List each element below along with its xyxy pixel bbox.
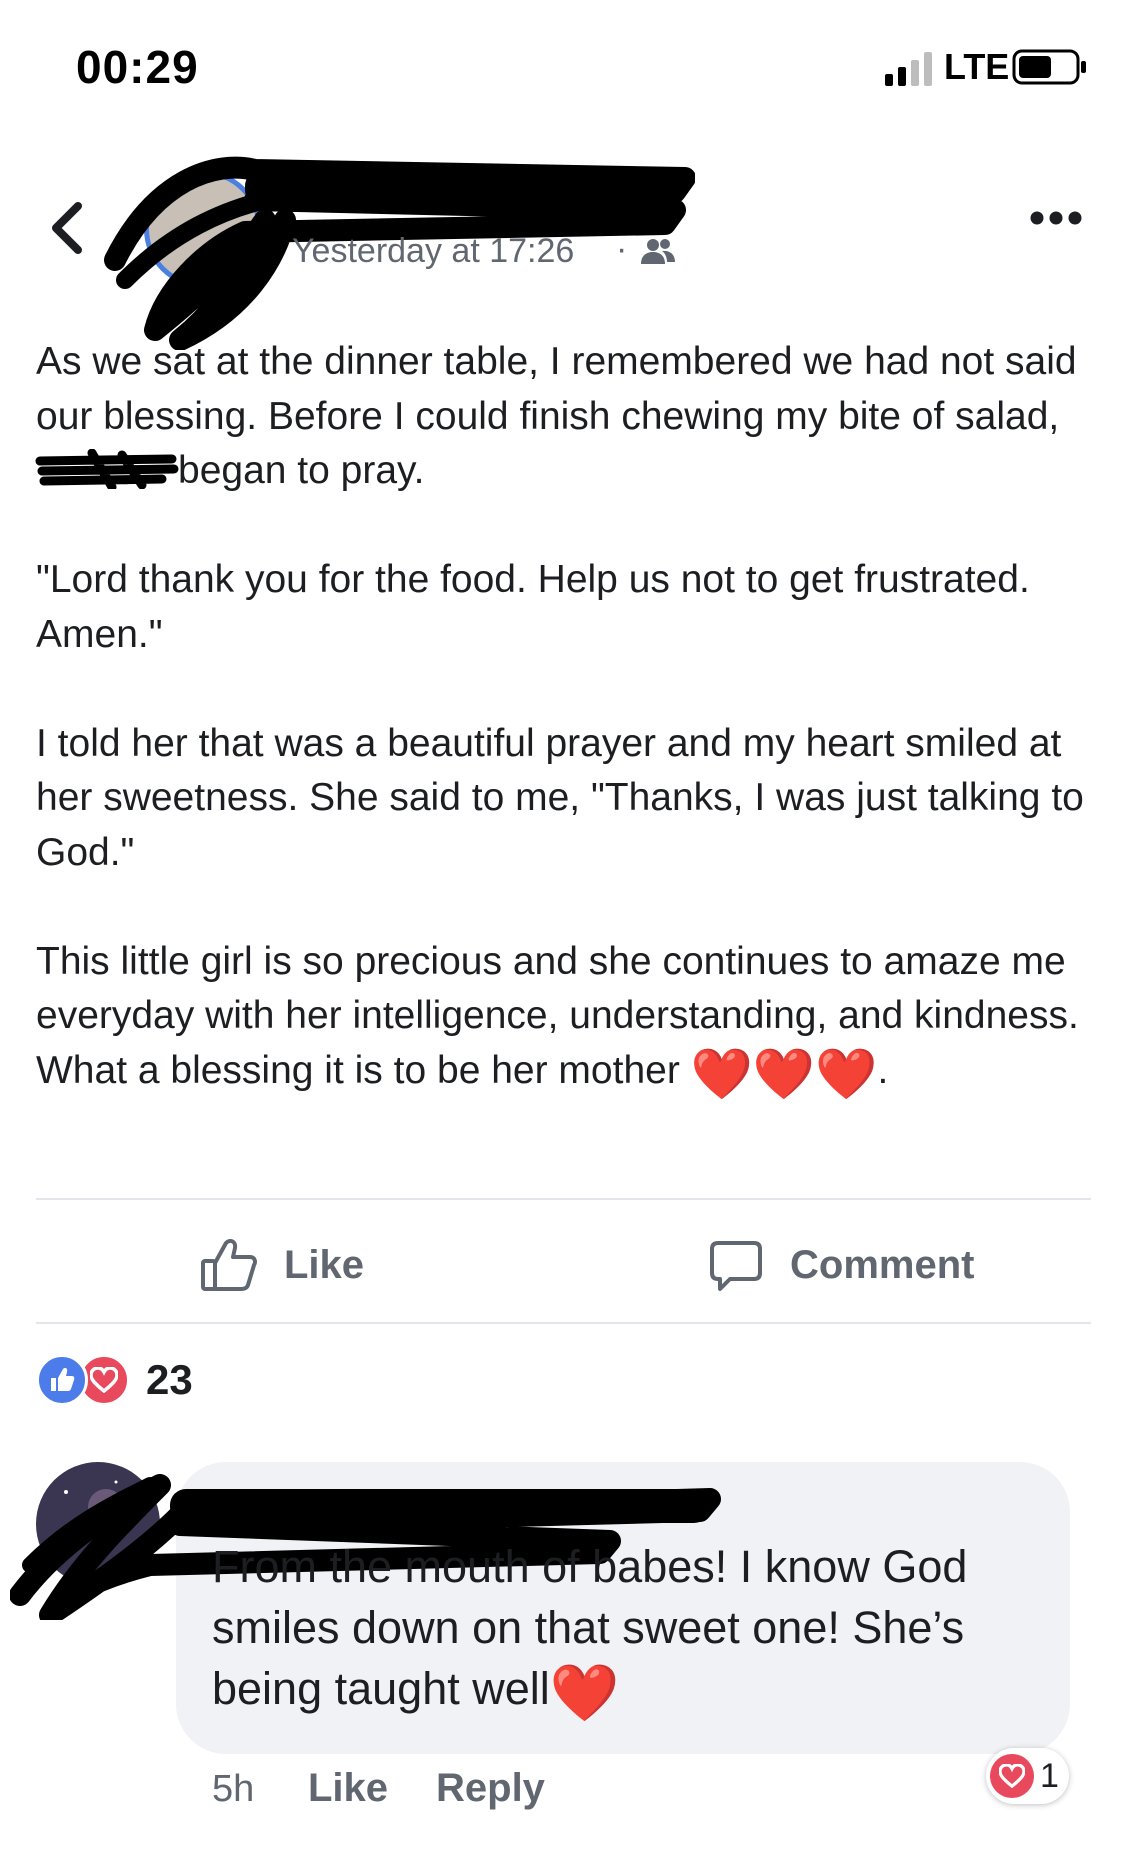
comment-like-link[interactable]: Like [308,1766,388,1811]
comment-reaction-count: 1 [1040,1756,1059,1795]
reaction-count: 23 [146,1356,193,1403]
like-button[interactable]: Like [200,1230,364,1300]
comment-text: From the mouth of babes! I know God smil… [212,1536,1052,1721]
timestamp-separator: · [616,230,628,268]
reactions-summary[interactable]: 23 [36,1354,193,1406]
redaction-scribble [35,449,179,489]
post-paragraph: This little girl is so precious and she … [36,935,1096,1099]
comment-button[interactable]: Comment [708,1230,974,1300]
signal-strength-icon [885,52,932,86]
post-body: As we sat at the dinner table, I remembe… [35,335,1096,1153]
like-reaction-icon [36,1354,88,1406]
like-label: Like [284,1242,365,1287]
status-time: 00:29 [76,41,199,93]
carrier-label: LTE [944,46,1010,87]
heart-emoji: ❤️ [549,1661,620,1724]
battery-icon [1012,49,1086,85]
divider [36,1322,1091,1324]
divider [36,1198,1091,1200]
post-text: began to pray. [178,449,425,492]
post-text: As we sat at the dinner table, I remembe… [36,340,1077,438]
comment-time: 5h [212,1768,255,1810]
heart-emoji: ❤️❤️❤️ [690,1045,878,1102]
love-reaction-icon [990,1754,1034,1798]
thumbs-up-icon [201,1238,257,1291]
post-paragraph: I told her that was a beautiful prayer a… [36,721,1084,874]
post-paragraph: As we sat at the dinner table, I remembe… [35,335,1096,499]
post-timestamp[interactable]: Yesterday at 17:26 [292,232,574,271]
post-text: This little girl is so precious and she … [36,939,1079,1092]
more-options-icon[interactable] [1030,210,1082,226]
post-text: . [877,1048,889,1092]
post-paragraph: "Lord thank you for the food. Help us no… [36,558,1030,656]
comment-bubble-icon [710,1241,762,1291]
friends-icon [641,239,675,264]
back-chevron-icon[interactable] [44,198,94,258]
comment-reply-link[interactable]: Reply [436,1766,545,1811]
comment-label: Comment [790,1242,975,1287]
comment-reaction-badge[interactable]: 1 [986,1748,1069,1804]
